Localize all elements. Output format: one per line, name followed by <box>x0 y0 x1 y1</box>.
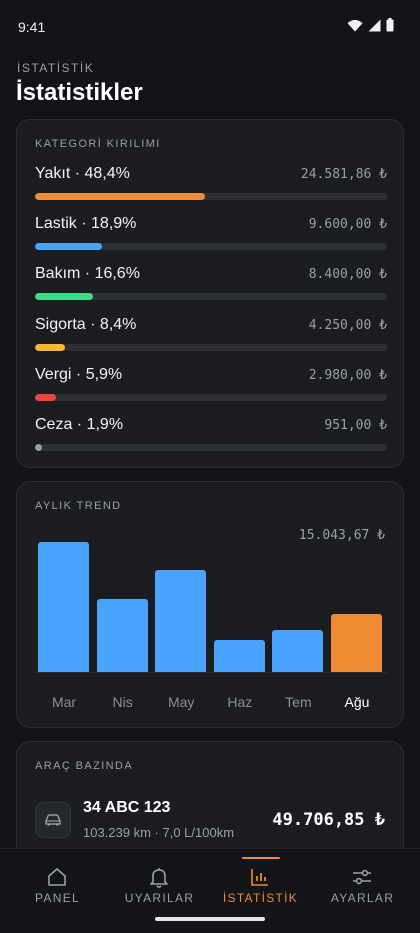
category-progress-track <box>35 193 387 200</box>
status-bar: 9:41 <box>0 0 420 52</box>
category-label: Lastik · 18,9% <box>35 215 137 232</box>
monthly-trend-card: AYLIK TREND 15.043,67 ₺ Mar Nis May Haz Tem A… <box>16 481 404 728</box>
category-amount: 8.400,00 ₺ <box>308 267 387 282</box>
card-title: AYLIK TREND <box>35 500 122 512</box>
car-icon <box>35 802 71 838</box>
nav-item-statistics[interactable]: İSTATİSTİK <box>208 849 313 919</box>
category-label: Bakım · 16,6% <box>35 265 140 282</box>
trend-month-label: Tem <box>285 694 312 710</box>
category-amount: 4.250,00 ₺ <box>308 318 387 333</box>
category-progress-fill <box>35 444 42 451</box>
category-label: Yakıt · 48,4% <box>35 165 130 182</box>
vehicle-details: 103.239 km · 7,0 L/100km <box>83 825 235 840</box>
chart-icon <box>251 869 268 886</box>
nav-label: PANEL <box>35 891 80 905</box>
category-amount: 9.600,00 ₺ <box>308 217 387 232</box>
signal-icon <box>368 19 381 31</box>
category-progress-track <box>35 394 387 401</box>
status-time: 9:41 <box>18 19 46 35</box>
trend-month-label: Haz <box>227 694 253 710</box>
home-indicator <box>155 917 265 921</box>
category-label: Vergi · 5,9% <box>35 366 123 383</box>
category-progress-fill <box>35 243 102 250</box>
trend-month-label: Mar <box>51 694 77 710</box>
trend-bar-haz[interactable] <box>213 640 265 672</box>
vehicle-plate: 34 ABC 123 <box>83 799 171 816</box>
category-breakdown-card: KATEGORİ KIRILIMI Yakıt · 48,4% 24.581,8… <box>16 119 404 468</box>
vehicle-total: 49.706,85 ₺ <box>272 810 385 830</box>
category-label: Sigorta · 8,4% <box>35 316 137 333</box>
category-amount: 951,00 ₺ <box>324 418 387 433</box>
trend-bar-mar[interactable] <box>38 542 89 672</box>
nav-label: İSTATİSTİK <box>222 891 299 905</box>
trend-month-label: Ağu <box>344 694 370 710</box>
bell-icon <box>150 868 168 888</box>
category-row-tax[interactable]: Vergi · 5,9% 2.980,00 ₺ <box>35 366 387 406</box>
nav-item-alerts[interactable]: UYARILAR <box>107 849 212 919</box>
wifi-icon <box>347 19 363 31</box>
trend-bar-may[interactable] <box>155 570 207 672</box>
category-progress-track <box>35 293 387 300</box>
trend-month-label: May <box>167 694 195 710</box>
home-icon <box>48 868 66 886</box>
card-title: ARAÇ BAZINDA <box>35 760 134 772</box>
page-title: İstatistikler <box>16 79 143 106</box>
active-tab-indicator <box>242 857 280 859</box>
trend-month-label: Nis <box>112 694 133 710</box>
category-progress-track <box>35 344 387 351</box>
category-progress-fill <box>35 193 206 200</box>
trend-bar-nis[interactable] <box>96 598 148 672</box>
category-amount: 2.980,00 ₺ <box>308 368 387 383</box>
chart-baseline <box>35 672 387 673</box>
nav-item-panel[interactable]: PANEL <box>5 849 110 919</box>
category-progress-track <box>35 243 387 250</box>
category-row-tire[interactable]: Lastik · 18,9% 9.600,00 ₺ <box>35 215 387 255</box>
category-row-maintenance[interactable]: Bakım · 16,6% 8.400,00 ₺ <box>35 265 387 305</box>
status-icons <box>347 18 394 32</box>
category-row-fuel[interactable]: Yakıt · 48,4% 24.581,86 ₺ <box>35 165 387 205</box>
category-progress-track <box>35 444 387 451</box>
trend-bar-tem[interactable] <box>272 629 324 672</box>
category-amount: 24.581,86 ₺ <box>300 167 387 182</box>
category-progress-fill <box>35 293 94 300</box>
page-eyebrow: İSTATİSTİK <box>17 61 95 75</box>
category-progress-fill <box>35 344 65 351</box>
category-row-insurance[interactable]: Sigorta · 8,4% 4.250,00 ₺ <box>35 316 387 356</box>
category-label: Ceza · 1,9% <box>35 416 124 433</box>
category-row-fine[interactable]: Ceza · 1,9% 951,00 ₺ <box>35 416 387 456</box>
sliders-icon <box>353 869 371 885</box>
nav-item-settings[interactable]: AYARLAR <box>310 849 415 919</box>
category-progress-fill <box>35 394 56 401</box>
card-title: KATEGORİ KIRILIMI <box>35 138 161 150</box>
trend-bar-ağu[interactable] <box>331 614 382 672</box>
nav-label: UYARILAR <box>124 891 195 905</box>
trend-total: 15.043,67 ₺ <box>298 528 385 543</box>
battery-icon <box>386 18 394 32</box>
nav-label: AYARLAR <box>330 891 395 905</box>
